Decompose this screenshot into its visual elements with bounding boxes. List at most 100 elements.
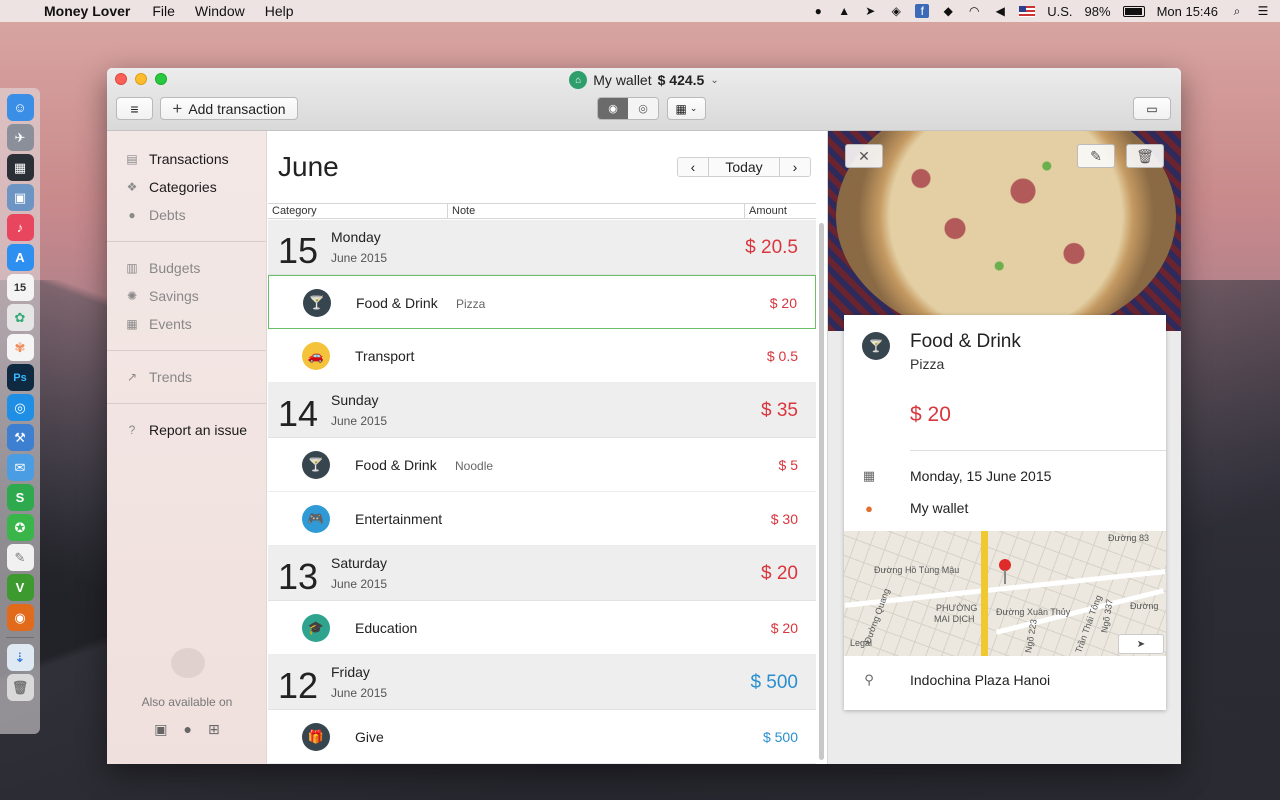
us-flag-icon[interactable] — [1019, 5, 1036, 17]
location-map[interactable]: Đường Hồ Tùng Mậu Đường Xuân Thủy PHƯỜNG… — [844, 531, 1166, 656]
also-available-label: Also available on — [141, 695, 233, 709]
trash-icon: 🗑 — [1136, 147, 1154, 164]
android-icon[interactable]: ▣ — [154, 721, 167, 738]
vim-icon[interactable]: V — [6, 574, 34, 601]
food-drink-icon: 🍸 — [862, 332, 890, 360]
transaction-row[interactable]: 🎮 Entertainment $ 30 — [268, 492, 816, 546]
close-icon: ✕ — [858, 147, 870, 164]
sidebar-item-savings[interactable]: ✺ Savings — [107, 282, 266, 310]
money-lover-icon[interactable]: ✪ — [6, 514, 34, 541]
xcode-icon[interactable]: ⚒ — [6, 424, 34, 451]
skype-icon[interactable]: S — [6, 484, 34, 511]
day-number: 13 — [278, 556, 319, 597]
transaction-row[interactable]: 🎓 Education $ 20 — [268, 601, 816, 655]
delete-button[interactable]: 🗑 — [1126, 144, 1164, 168]
app-menu[interactable]: Money Lover — [44, 3, 130, 19]
day-header[interactable]: 15 Monday June 2015 $ 20.5 — [268, 220, 816, 275]
sidebar-toggle-button[interactable]: ≡ — [116, 97, 153, 120]
textedit-icon[interactable]: ✎ — [6, 544, 34, 571]
transaction-photo[interactable]: ✕ ✎ 🗑 — [828, 131, 1181, 331]
preview-icon[interactable]: ▣ — [6, 184, 34, 211]
location-arrow-icon[interactable]: ➤ — [863, 4, 877, 18]
sidebar-item-categories[interactable]: ❖ Categories — [107, 173, 266, 201]
photoshop-icon[interactable]: Ps — [6, 364, 34, 391]
menu-file[interactable]: File — [152, 3, 175, 19]
detail-date-row: ▦ Monday, 15 June 2015 — [844, 467, 1166, 487]
map-legal-label[interactable]: Legal — [850, 638, 872, 648]
transaction-category: Food & Drink — [356, 295, 438, 311]
transaction-amount: $ 5 — [778, 457, 798, 473]
gamepad-icon: 🎮 — [302, 505, 330, 533]
menu-window[interactable]: Window — [195, 3, 245, 19]
add-transaction-button[interactable]: + Add transaction — [160, 97, 298, 120]
today-button[interactable]: Today — [708, 158, 780, 176]
status-app-icon[interactable]: ● — [811, 4, 825, 18]
apple-icon[interactable]: ● — [184, 721, 192, 738]
drive-icon[interactable]: ▲ — [837, 4, 851, 18]
windows-icon[interactable]: ⊞ — [208, 721, 220, 738]
volume-icon[interactable]: ◀ — [993, 4, 1007, 18]
downloads-icon[interactable]: ⇣ — [6, 644, 34, 671]
column-category[interactable]: Category — [272, 205, 317, 217]
map-label: Đường — [1130, 601, 1159, 611]
transaction-amount: $ 500 — [762, 729, 798, 745]
battery-icon[interactable] — [1122, 5, 1145, 17]
day-total: $ 20 — [761, 563, 798, 584]
transaction-category: Education — [355, 620, 418, 636]
my-location-button[interactable]: ➤ — [1118, 634, 1164, 654]
app-store-icon[interactable]: A — [6, 244, 34, 271]
wallet-selector[interactable]: ⌂ My wallet $ 424.5 ⌄ — [107, 70, 1181, 90]
app-f-icon[interactable]: f — [915, 4, 930, 18]
finder-icon[interactable]: ☺ — [6, 94, 34, 121]
day-header[interactable]: 13 Saturday June 2015 $ 20 — [268, 546, 816, 601]
give-icon: 🎁 — [302, 723, 330, 751]
transaction-row[interactable]: 🍸 Food & Drink Pizza $ 20 — [268, 275, 816, 329]
view-mode-excluded-icon[interactable]: ◎ — [628, 98, 658, 119]
layers-icon[interactable]: ◈ — [889, 4, 903, 18]
transaction-row[interactable]: 🚗 Transport $ 0.5 — [268, 329, 816, 383]
map-pin-icon — [999, 559, 1011, 584]
sidebar-item-label: Transactions — [149, 151, 229, 167]
launchpad-icon[interactable]: ✈ — [6, 124, 34, 151]
battery-percent[interactable]: 98% — [1085, 4, 1111, 19]
list-scrollbar[interactable] — [819, 223, 824, 760]
column-note[interactable]: Note — [452, 205, 475, 217]
menu-help[interactable]: Help — [265, 3, 294, 19]
notification-center-icon[interactable]: ☰ — [1256, 4, 1270, 18]
sidebar-item-transactions[interactable]: ▤ Transactions — [107, 145, 266, 173]
view-mode-included-icon[interactable]: ◉ — [598, 98, 628, 119]
photos-app-icon[interactable]: ✿ — [6, 304, 34, 331]
date-range-button[interactable]: ▦ ⌄ — [667, 97, 706, 120]
previous-month-button[interactable]: ‹ — [678, 158, 708, 176]
dock-separator — [6, 637, 34, 638]
dropbox-icon[interactable]: ◆ — [941, 4, 955, 18]
photos-icon[interactable]: ✾ — [6, 334, 34, 361]
spotlight-search-icon[interactable]: ⌕ — [1230, 4, 1244, 18]
transaction-row[interactable]: 🍸 Food & Drink Noodle $ 5 — [268, 438, 816, 492]
trash-icon[interactable]: 🗑 — [6, 674, 34, 701]
column-amount[interactable]: Amount — [749, 205, 787, 217]
close-detail-button[interactable]: ✕ — [845, 144, 883, 168]
sidebar-item-events[interactable]: ▦ Events — [107, 310, 266, 338]
itunes-icon[interactable]: ♪ — [6, 214, 34, 241]
day-header[interactable]: 12 Friday June 2015 $ 500 — [268, 655, 816, 710]
day-header[interactable]: 14 Sunday June 2015 $ 35 — [268, 383, 816, 438]
menu-bar: Money Lover File Window Help ● ▲ ➤ ◈ f ◆… — [0, 0, 1280, 22]
safari-icon[interactable]: ◎ — [6, 394, 34, 421]
edit-button[interactable]: ✎ — [1077, 144, 1115, 168]
wifi-icon[interactable]: ◠ — [967, 4, 981, 18]
sidebar-item-debts[interactable]: ● Debts — [107, 201, 266, 229]
mail-icon[interactable]: ✉ — [6, 454, 34, 481]
transaction-row[interactable]: 🎁 Give $ 500 — [268, 710, 816, 764]
mission-control-icon[interactable]: ▦ — [6, 154, 34, 181]
sidebar-divider — [107, 350, 266, 351]
clock[interactable]: Mon 15:46 — [1157, 4, 1218, 19]
firefox-icon[interactable]: ◉ — [6, 604, 34, 631]
sidebar-item-budgets[interactable]: ▥ Budgets — [107, 254, 266, 282]
next-month-button[interactable]: › — [780, 158, 810, 176]
calendar-app-icon[interactable]: 15 — [6, 274, 34, 301]
sidebar-item-trends[interactable]: ↗ Trends — [107, 363, 266, 391]
sidebar-item-report-issue[interactable]: ? Report an issue — [107, 416, 266, 444]
input-source-label[interactable]: U.S. — [1047, 4, 1072, 19]
report-button[interactable]: ▭ — [1133, 97, 1171, 120]
